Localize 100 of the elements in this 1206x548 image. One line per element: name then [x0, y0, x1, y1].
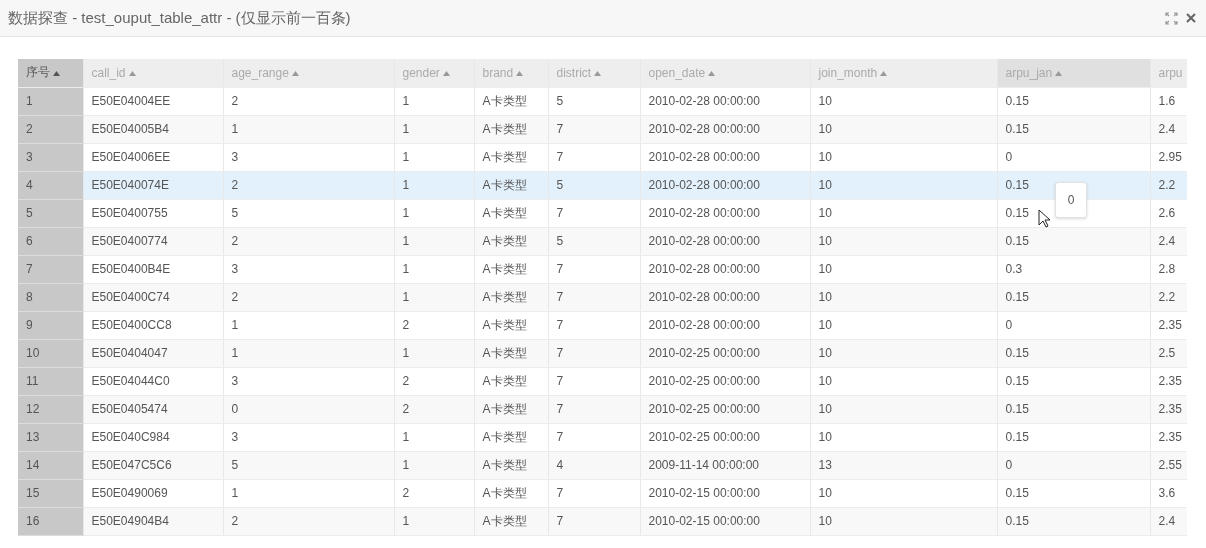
table-cell: 1	[394, 283, 474, 311]
table-cell: 2010-02-25 00:00:00	[640, 367, 810, 395]
table-cell: E50E04006EE	[83, 143, 223, 171]
table-cell: A卡类型	[474, 479, 548, 507]
table-cell: 3	[223, 367, 394, 395]
sort-icon	[880, 71, 888, 77]
table-cell: 7	[548, 143, 640, 171]
column-header[interactable]: brand	[474, 59, 548, 87]
table-cell: 2010-02-25 00:00:00	[640, 395, 810, 423]
table-cell: A卡类型	[474, 143, 548, 171]
sort-icon	[594, 71, 602, 77]
table-cell: 1	[223, 311, 394, 339]
table-cell: 2010-02-28 00:00:00	[640, 255, 810, 283]
table-cell: 1	[394, 423, 474, 451]
sort-icon	[708, 71, 716, 77]
column-header[interactable]: open_date	[640, 59, 810, 87]
column-header[interactable]: gender	[394, 59, 474, 87]
table-cell: 2010-02-15 00:00:00	[640, 479, 810, 507]
table-cell: E50E0400B4E	[83, 255, 223, 283]
column-header[interactable]: arpu	[1150, 59, 1187, 87]
table-cell: E50E047C5C6	[83, 451, 223, 479]
table-cell: E50E0400755	[83, 199, 223, 227]
table-cell: A卡类型	[474, 199, 548, 227]
table-cell: 3	[223, 255, 394, 283]
sort-icon	[128, 71, 136, 77]
row-number: 4	[18, 171, 83, 199]
table-cell: 2	[394, 395, 474, 423]
table-cell: E50E04904B4	[83, 507, 223, 535]
table-cell: 7	[548, 395, 640, 423]
table-cell: 2010-02-28 00:00:00	[640, 199, 810, 227]
table-cell: E50E0400CC8	[83, 311, 223, 339]
column-header[interactable]: district	[548, 59, 640, 87]
table-cell: 2	[394, 479, 474, 507]
table-cell: 5	[223, 199, 394, 227]
table-cell: E50E0400774	[83, 227, 223, 255]
table-cell: E50E04044C0	[83, 367, 223, 395]
table-cell: 2010-02-28 00:00:00	[640, 115, 810, 143]
table-cell: 10	[810, 115, 997, 143]
table-cell: 2	[223, 171, 394, 199]
table-cell: 0.15	[997, 227, 1150, 255]
table-cell: 1	[394, 451, 474, 479]
close-icon[interactable]	[1186, 13, 1196, 23]
table-cell: A卡类型	[474, 367, 548, 395]
row-number: 13	[18, 423, 83, 451]
table-cell: 0.15	[997, 423, 1150, 451]
column-header[interactable]: call_id	[83, 59, 223, 87]
table-cell: E50E04004EE	[83, 87, 223, 115]
sort-icon	[516, 71, 524, 77]
table-cell: 1	[394, 227, 474, 255]
table-cell: 7	[548, 311, 640, 339]
table-cell: 7	[548, 199, 640, 227]
table-cell: 4	[548, 451, 640, 479]
row-number: 12	[18, 395, 83, 423]
tooltip: 0	[1055, 182, 1087, 218]
table-cell: A卡类型	[474, 423, 548, 451]
table-cell: 10	[810, 283, 997, 311]
table-cell: E50E0405474	[83, 395, 223, 423]
row-number: 9	[18, 311, 83, 339]
table-cell: E50E0400C74	[83, 283, 223, 311]
sort-icon	[442, 71, 450, 77]
table-cell: 1	[394, 199, 474, 227]
table-cell: 2010-02-28 00:00:00	[640, 171, 810, 199]
table-cell: 2	[223, 507, 394, 535]
row-number: 3	[18, 143, 83, 171]
table-cell: 2010-02-28 00:00:00	[640, 87, 810, 115]
table-cell: 10	[810, 339, 997, 367]
row-number: 14	[18, 451, 83, 479]
table-cell: A卡类型	[474, 339, 548, 367]
table-cell: 0	[997, 143, 1150, 171]
table-cell: 7	[548, 339, 640, 367]
table-cell: 3	[223, 423, 394, 451]
table-cell: 2	[394, 311, 474, 339]
fullscreen-icon[interactable]	[1165, 11, 1178, 25]
row-number: 16	[18, 507, 83, 535]
table-cell: 0.15	[997, 339, 1150, 367]
table-cell: 0.15	[997, 395, 1150, 423]
table-cell: 2010-02-28 00:00:00	[640, 311, 810, 339]
column-header[interactable]: 序号	[18, 59, 83, 87]
table-cell: 10	[810, 395, 997, 423]
table-cell: 10	[810, 199, 997, 227]
column-header[interactable]: age_range	[223, 59, 394, 87]
table-cell: 7	[548, 507, 640, 535]
table-cell: 0	[997, 451, 1150, 479]
table-cell: E50E0490069	[83, 479, 223, 507]
table-cell: 10	[810, 143, 997, 171]
table-cell: 2010-02-28 00:00:00	[640, 227, 810, 255]
sort-icon	[291, 71, 299, 77]
table-cell: 10	[810, 311, 997, 339]
table-cell: 1	[394, 507, 474, 535]
table-cell: 2	[223, 283, 394, 311]
column-header[interactable]: join_month	[810, 59, 997, 87]
table-cell: 7	[548, 367, 640, 395]
table-cell: 1	[394, 143, 474, 171]
table-cell: A卡类型	[474, 171, 548, 199]
table-cell: A卡类型	[474, 395, 548, 423]
table-cell: 2	[223, 227, 394, 255]
table-cell: E50E04005B4	[83, 115, 223, 143]
row-number: 2	[18, 115, 83, 143]
table-cell: A卡类型	[474, 283, 548, 311]
table-cell: 0.15	[997, 115, 1150, 143]
